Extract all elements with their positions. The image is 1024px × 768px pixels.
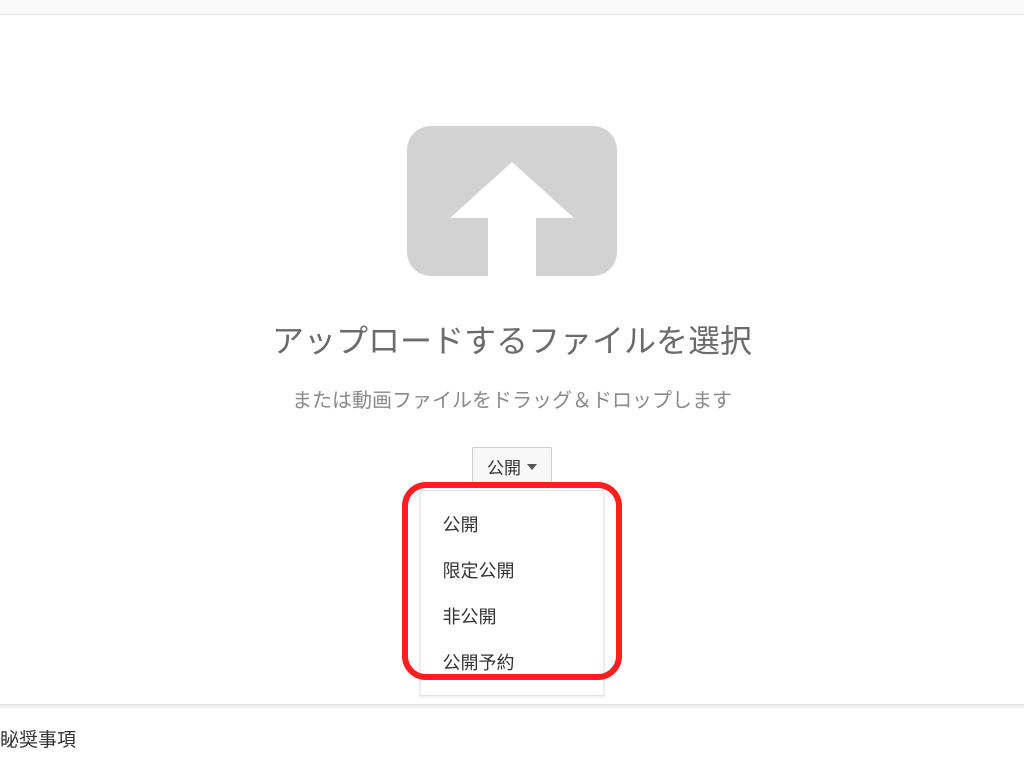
upload-subtitle: または動画ファイルをドラッグ＆ドロップします xyxy=(292,384,732,413)
visibility-dropdown-button[interactable]: 公開 xyxy=(472,447,552,486)
chevron-down-icon xyxy=(527,464,537,470)
visibility-option-scheduled[interactable]: 公開予約 xyxy=(421,639,604,685)
visibility-option-private[interactable]: 非公開 xyxy=(421,593,604,639)
upload-arrow-icon[interactable] xyxy=(407,126,617,276)
visibility-selected-label: 公開 xyxy=(487,454,521,479)
top-divider xyxy=(0,14,1024,15)
visibility-option-public[interactable]: 公開 xyxy=(421,501,604,547)
upload-panel: アップロードするファイルを選択 または動画ファイルをドラッグ＆ドロップします 公… xyxy=(0,16,1024,768)
upload-title: アップロードするファイルを選択 xyxy=(272,316,752,362)
bottom-divider xyxy=(0,704,1024,708)
visibility-option-unlisted[interactable]: 限定公開 xyxy=(421,547,604,593)
visibility-dropdown-menu: 公開 限定公開 非公開 公開予約 xyxy=(420,490,605,696)
visibility-control: 公開 公開 限定公開 非公開 公開予約 xyxy=(472,447,552,490)
footer-partial-text: 䀣奨事項 xyxy=(0,725,76,752)
